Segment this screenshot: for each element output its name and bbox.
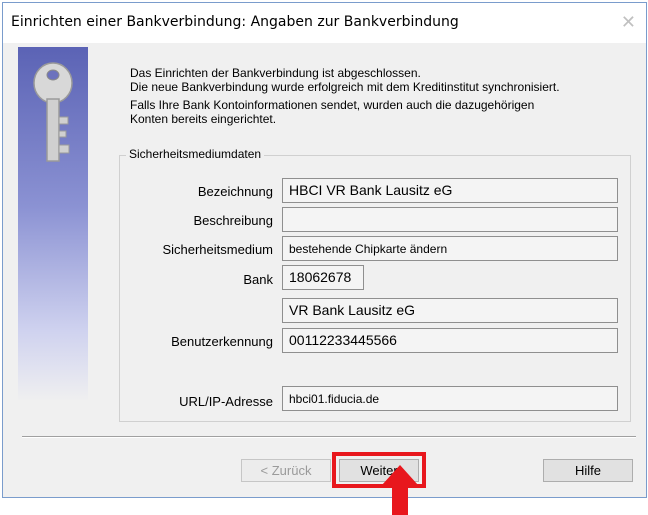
intro-line: Konten bereits eingerichtet. bbox=[130, 112, 277, 126]
bezeichnung-label: Bezeichnung bbox=[197, 184, 273, 199]
url-label: URL/IP-Adresse bbox=[179, 394, 273, 409]
key-icon bbox=[33, 62, 73, 162]
sicherheitsmedium-field[interactable]: bestehende Chipkarte ändern bbox=[282, 236, 618, 261]
bezeichnung-field[interactable]: HBCI VR Bank Lausitz eG bbox=[282, 178, 618, 203]
intro-line: Das Einrichten der Bankverbindung ist ab… bbox=[130, 66, 421, 80]
button-separator bbox=[22, 436, 636, 438]
arrow-up-icon bbox=[382, 465, 418, 515]
beschreibung-field[interactable] bbox=[282, 207, 618, 232]
dialog-title: Einrichten einer Bankverbindung: Angaben… bbox=[11, 14, 459, 30]
beschreibung-label: Beschreibung bbox=[193, 213, 274, 228]
bank-label: Bank bbox=[243, 272, 273, 287]
sicherheitsmedium-label: Sicherheitsmedium bbox=[162, 242, 273, 257]
title-bar: Einrichten einer Bankverbindung: Angaben… bbox=[3, 3, 646, 43]
help-button[interactable]: Hilfe bbox=[543, 459, 633, 482]
group-legend: Sicherheitsmediumdaten bbox=[126, 147, 265, 161]
intro-line: Die neue Bankverbindung wurde erfolgreic… bbox=[130, 80, 560, 94]
back-button[interactable]: < Zurück bbox=[241, 459, 331, 482]
intro-line: Falls Ihre Bank Kontoinformationen sende… bbox=[130, 98, 535, 112]
close-icon[interactable]: ✕ bbox=[621, 12, 636, 32]
bank-code-field[interactable]: 18062678 bbox=[282, 265, 364, 290]
benutzerkennung-label: Benutzerkennung bbox=[171, 334, 273, 349]
url-field[interactable]: hbci01.fiducia.de bbox=[282, 386, 618, 411]
bank-name-field[interactable]: VR Bank Lausitz eG bbox=[282, 298, 618, 323]
intro-text: Das Einrichten der Bankverbindung ist ab… bbox=[130, 66, 560, 126]
wizard-sidebar bbox=[18, 47, 88, 402]
benutzerkennung-field[interactable]: 00112233445566 bbox=[282, 328, 618, 353]
